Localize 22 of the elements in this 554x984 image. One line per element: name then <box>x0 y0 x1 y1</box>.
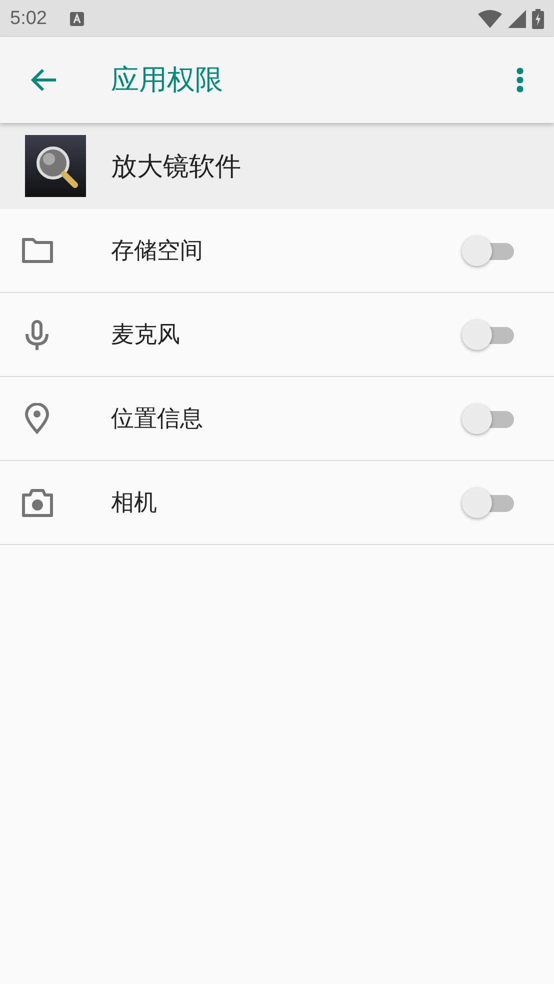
back-arrow-icon <box>30 68 58 92</box>
microphone-icon <box>25 320 49 350</box>
toggle-switch[interactable] <box>462 404 514 434</box>
toggle-switch[interactable] <box>462 236 514 266</box>
magnifier-app-icon <box>25 135 86 197</box>
toggle-switch[interactable] <box>462 488 514 518</box>
more-icon <box>516 67 524 93</box>
permission-label: 麦克风 <box>111 321 180 350</box>
status-time: 5:02 <box>10 8 47 30</box>
permission-label: 存储空间 <box>111 237 203 266</box>
battery-icon <box>532 8 544 28</box>
wifi-icon <box>478 10 502 28</box>
permission-label: 位置信息 <box>111 405 203 434</box>
screen-title: 应用权限 <box>111 62 223 98</box>
location-pin-icon <box>25 403 49 434</box>
app-name: 放大镜软件 <box>111 150 241 184</box>
camera-icon <box>22 488 52 516</box>
toggle-switch[interactable] <box>462 320 514 350</box>
signal-icon <box>508 10 526 28</box>
permission-label: 相机 <box>111 489 157 518</box>
notification-icon <box>68 10 85 26</box>
folder-icon <box>22 238 52 263</box>
